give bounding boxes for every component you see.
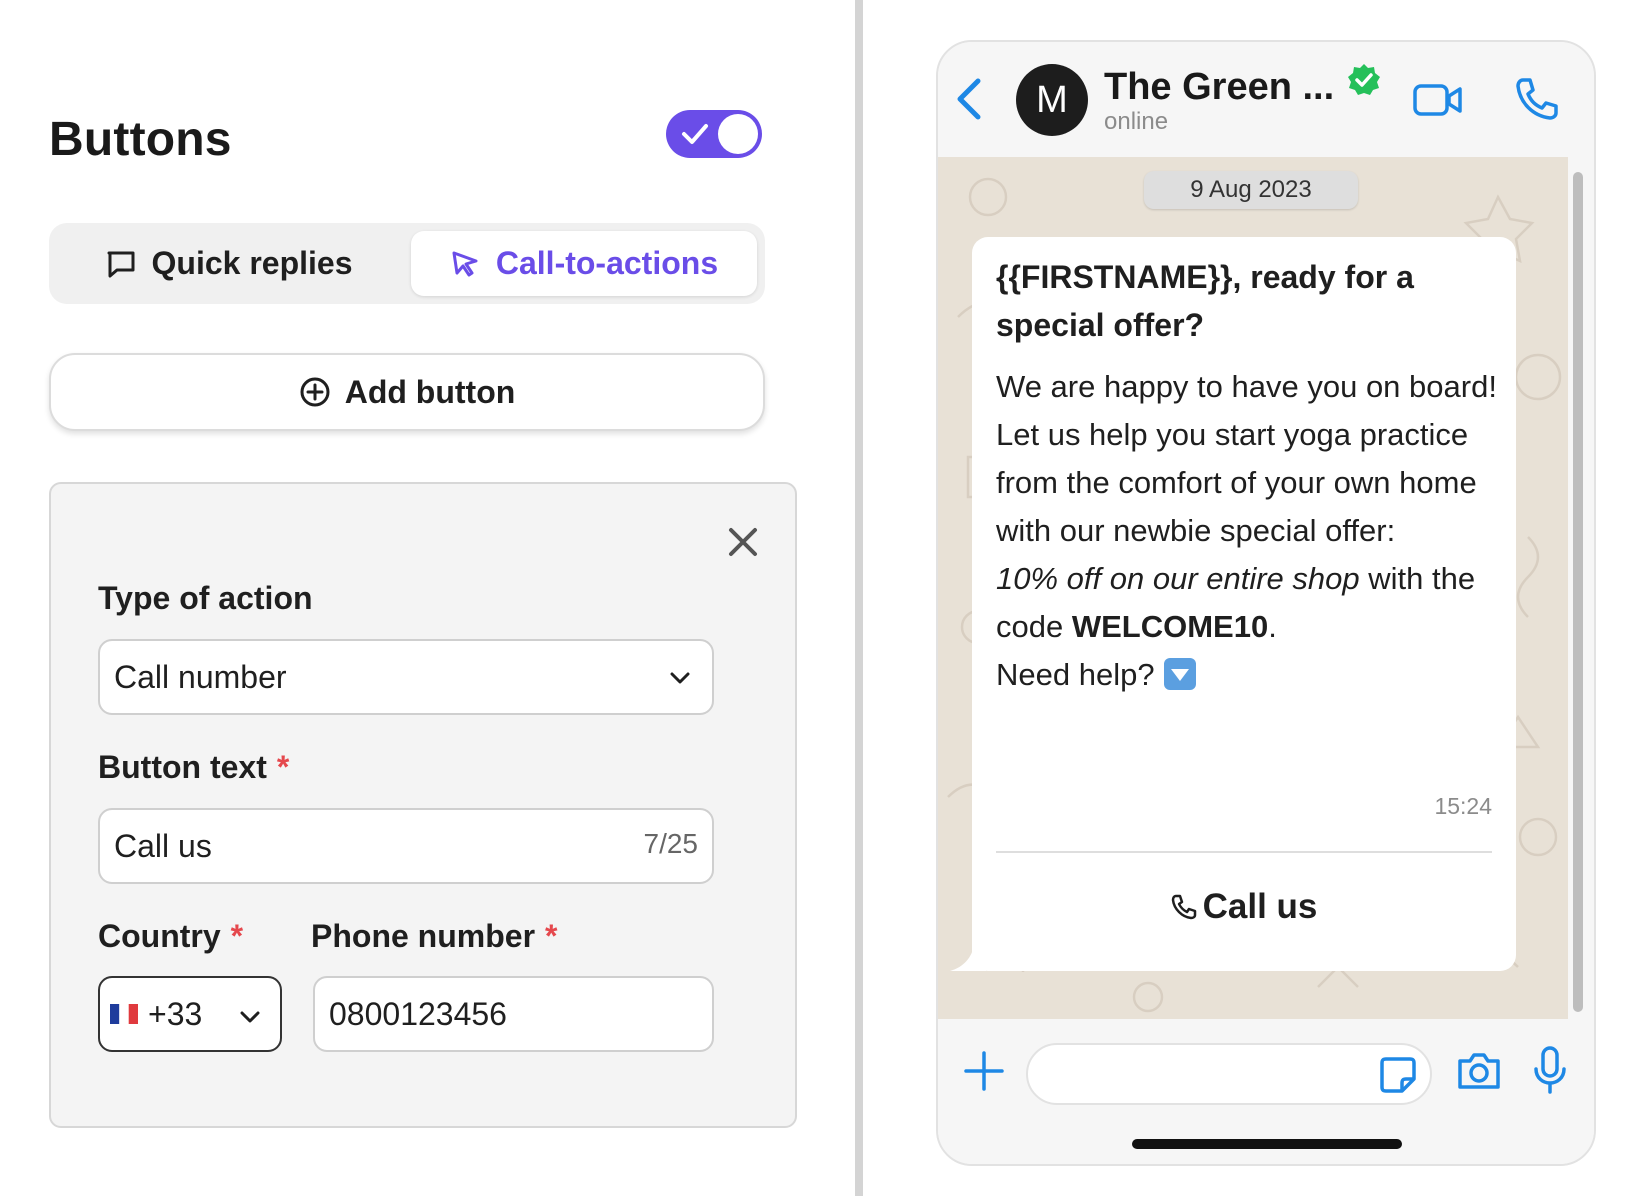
- message-help-line: Need help?: [996, 651, 1501, 699]
- add-button[interactable]: Add button: [49, 353, 765, 431]
- type-of-action-value: Call number: [114, 658, 287, 695]
- panel-divider: [855, 0, 863, 1196]
- button-text-input[interactable]: Call us 7/25: [98, 808, 714, 884]
- character-counter: 7/25: [643, 828, 699, 859]
- phone-number-label: Phone number *: [311, 918, 558, 954]
- down-arrow-emoji-icon: [1164, 658, 1197, 690]
- close-icon[interactable]: [723, 522, 763, 562]
- call-us-button-label: Call us: [1202, 887, 1318, 926]
- country-select[interactable]: +33: [98, 976, 282, 1052]
- plus-icon[interactable]: [962, 1049, 1006, 1093]
- phone-number-input[interactable]: 0800123456: [313, 976, 714, 1052]
- france-flag-icon: [110, 1004, 138, 1024]
- microphone-icon[interactable]: [1532, 1045, 1568, 1095]
- toggle-knob: [718, 114, 758, 154]
- camera-icon[interactable]: [1456, 1049, 1502, 1093]
- date-divider: 9 Aug 2023: [1144, 171, 1358, 209]
- chat-bubble-icon: [107, 251, 134, 277]
- button-type-tabs: Quick replies Call-to-actions: [49, 223, 765, 304]
- country-label: Country *: [98, 918, 244, 954]
- phone-icon: [1171, 894, 1196, 920]
- scrollbar-thumb[interactable]: [1573, 172, 1583, 1012]
- tab-call-to-actions-label: Call-to-actions: [495, 245, 719, 281]
- plus-circle-icon: [300, 377, 330, 407]
- buttons-editor-panel: Buttons Quick replies Call-to-actions Ad…: [0, 0, 855, 1196]
- tab-quick-replies-label: Quick replies: [151, 245, 353, 281]
- chat-header: M The Green ... online: [938, 42, 1594, 157]
- tab-call-to-actions[interactable]: Call-to-actions: [411, 231, 757, 296]
- section-title: Buttons: [49, 113, 232, 166]
- message-body: We are happy to have you on board! Let u…: [996, 363, 1501, 699]
- check-icon: [682, 124, 708, 144]
- offer-italic-text: 10% off on our entire shop: [996, 561, 1360, 596]
- type-of-action-label: Type of action: [98, 580, 313, 616]
- message-paragraph-1: We are happy to have you on board!: [996, 369, 1497, 404]
- message-header: {{FIRSTNAME}}, ready for a special offer…: [996, 259, 1414, 343]
- message-composer: [938, 1019, 1594, 1164]
- button-text-value: Call us: [114, 827, 212, 864]
- tab-quick-replies[interactable]: Quick replies: [49, 231, 409, 296]
- avatar[interactable]: M: [1016, 64, 1088, 136]
- button-separator: [996, 851, 1492, 853]
- contact-name[interactable]: The Green ...: [1104, 66, 1334, 109]
- help-text: Need help?: [996, 657, 1164, 692]
- message-paragraph-2: Let us help you start yoga practice from…: [996, 417, 1477, 548]
- back-chevron-icon[interactable]: [952, 76, 986, 122]
- type-of-action-select[interactable]: Call number: [98, 639, 714, 715]
- message-timestamp: 15:24: [1434, 793, 1492, 819]
- button-config-card: Type of action Call number Button text * …: [49, 482, 797, 1128]
- verified-badge-icon: [1348, 64, 1380, 95]
- phone-number-value: 0800123456: [329, 995, 507, 1032]
- home-indicator: [1132, 1139, 1402, 1149]
- message-offer-line: 10% off on our entire shop with the code…: [996, 555, 1501, 651]
- message-bubble: {{FIRSTNAME}}, ready for a special offer…: [972, 237, 1516, 971]
- buttons-toggle[interactable]: [666, 110, 762, 158]
- chevron-down-icon: [670, 672, 690, 684]
- sticker-icon[interactable]: [1378, 1055, 1418, 1095]
- contact-status: online: [1104, 108, 1169, 135]
- chevron-down-icon: [240, 1011, 260, 1023]
- cursor-click-icon: [452, 251, 478, 276]
- button-text-label: Button text *: [98, 749, 290, 785]
- chat-area: 9 Aug 2023 {{FIRSTNAME}}, ready for a sp…: [938, 157, 1568, 1019]
- chat-scrollbar[interactable]: [1570, 172, 1586, 1012]
- offer-end-text: .: [1268, 609, 1277, 644]
- phone-call-icon[interactable]: [1514, 76, 1560, 122]
- country-code-value: +33: [148, 995, 203, 1032]
- video-call-icon[interactable]: [1413, 80, 1463, 120]
- add-button-label: Add button: [344, 373, 516, 410]
- call-us-button[interactable]: Call us: [972, 877, 1516, 937]
- message-input[interactable]: [1026, 1043, 1432, 1105]
- whatsapp-preview: M The Green ... online 9 Aug 2023 {{FIRS…: [936, 40, 1596, 1166]
- promo-code: WELCOME10: [1071, 609, 1269, 644]
